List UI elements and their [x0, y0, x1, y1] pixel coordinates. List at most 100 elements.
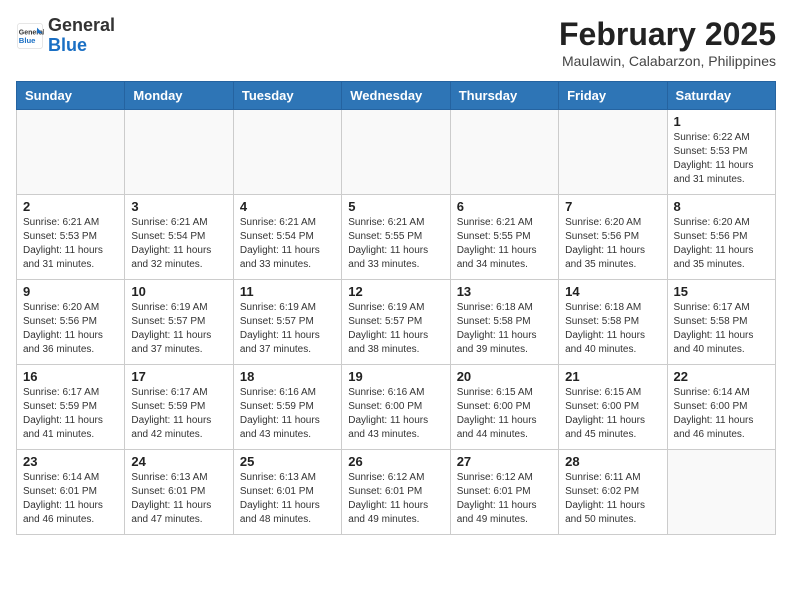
weekday-header-tuesday: Tuesday: [233, 82, 341, 110]
day-info: Sunrise: 6:20 AMSunset: 5:56 PMDaylight:…: [23, 301, 118, 357]
day-number: 15: [674, 284, 769, 299]
calendar-cell: 16 Sunrise: 6:17 AMSunset: 5:59 PMDayligh…: [17, 365, 125, 450]
week-row-2: 2 Sunrise: 6:21 AMSunset: 5:53 PMDaylight…: [17, 195, 776, 280]
day-number: 6: [457, 199, 552, 214]
calendar-cell: 8 Sunrise: 6:20 AMSunset: 5:56 PMDaylight…: [667, 195, 775, 280]
week-row-1: 1 Sunrise: 6:22 AMSunset: 5:53 PMDaylight…: [17, 110, 776, 195]
day-info: Sunrise: 6:13 AMSunset: 6:01 PMDaylight:…: [131, 471, 226, 527]
calendar-cell: 21 Sunrise: 6:15 AMSunset: 6:00 PMDayligh…: [559, 365, 667, 450]
day-info: Sunrise: 6:20 AMSunset: 5:56 PMDaylight:…: [674, 216, 769, 272]
day-number: 5: [348, 199, 443, 214]
weekday-header-sunday: Sunday: [17, 82, 125, 110]
day-number: 1: [674, 114, 769, 129]
calendar-cell: 12Sunrise: 6:19 AMSunset: 5:57 PMDayligh…: [342, 280, 450, 365]
calendar-cell: [233, 110, 341, 195]
day-number: 16: [23, 369, 118, 384]
svg-text:Blue: Blue: [19, 36, 36, 45]
day-number: 8: [674, 199, 769, 214]
calendar-cell: 1 Sunrise: 6:22 AMSunset: 5:53 PMDaylight…: [667, 110, 775, 195]
weekday-header-friday: Friday: [559, 82, 667, 110]
day-info: Sunrise: 6:22 AMSunset: 5:53 PMDaylight:…: [674, 131, 769, 187]
title-block: February 2025 Maulawin, Calabarzon, Phil…: [559, 16, 776, 69]
day-number: 17: [131, 369, 226, 384]
day-info: Sunrise: 6:15 AMSunset: 6:00 PMDaylight:…: [565, 386, 660, 442]
calendar-cell: 22 Sunrise: 6:14 AMSunset: 6:00 PMDayligh…: [667, 365, 775, 450]
calendar-cell: 13Sunrise: 6:18 AMSunset: 5:58 PMDayligh…: [450, 280, 558, 365]
calendar-cell: 7 Sunrise: 6:20 AMSunset: 5:56 PMDaylight…: [559, 195, 667, 280]
day-info: Sunrise: 6:20 AMSunset: 5:56 PMDaylight:…: [565, 216, 660, 272]
calendar-cell: [342, 110, 450, 195]
week-row-3: 9 Sunrise: 6:20 AMSunset: 5:56 PMDaylight…: [17, 280, 776, 365]
day-info: Sunrise: 6:21 AMSunset: 5:55 PMDaylight:…: [348, 216, 443, 272]
day-number: 11: [240, 284, 335, 299]
day-number: 27: [457, 454, 552, 469]
day-info: Sunrise: 6:14 AMSunset: 6:00 PMDaylight:…: [674, 386, 769, 442]
calendar-cell: 9 Sunrise: 6:20 AMSunset: 5:56 PMDaylight…: [17, 280, 125, 365]
weekday-header-thursday: Thursday: [450, 82, 558, 110]
calendar-cell: 2 Sunrise: 6:21 AMSunset: 5:53 PMDaylight…: [17, 195, 125, 280]
day-number: 23: [23, 454, 118, 469]
day-number: 19: [348, 369, 443, 384]
weekday-header-monday: Monday: [125, 82, 233, 110]
day-info: Sunrise: 6:12 AMSunset: 6:01 PMDaylight:…: [457, 471, 552, 527]
day-number: 3: [131, 199, 226, 214]
calendar-cell: 3 Sunrise: 6:21 AMSunset: 5:54 PMDaylight…: [125, 195, 233, 280]
day-info: Sunrise: 6:11 AMSunset: 6:02 PMDaylight:…: [565, 471, 660, 527]
day-info: Sunrise: 6:13 AMSunset: 6:01 PMDaylight:…: [240, 471, 335, 527]
day-info: Sunrise: 6:15 AMSunset: 6:00 PMDaylight:…: [457, 386, 552, 442]
calendar-cell: [450, 110, 558, 195]
day-number: 13: [457, 284, 552, 299]
calendar-cell: 23 Sunrise: 6:14 AMSunset: 6:01 PMDayligh…: [17, 450, 125, 535]
day-info: Sunrise: 6:21 AMSunset: 5:53 PMDaylight:…: [23, 216, 118, 272]
calendar-cell: 26 Sunrise: 6:12 AMSunset: 6:01 PMDayligh…: [342, 450, 450, 535]
weekday-header-row: SundayMondayTuesdayWednesdayThursdayFrid…: [17, 82, 776, 110]
day-number: 9: [23, 284, 118, 299]
calendar-cell: [125, 110, 233, 195]
day-info: Sunrise: 6:16 AMSunset: 5:59 PMDaylight:…: [240, 386, 335, 442]
week-row-5: 23 Sunrise: 6:14 AMSunset: 6:01 PMDayligh…: [17, 450, 776, 535]
day-info: Sunrise: 6:21 AMSunset: 5:54 PMDaylight:…: [131, 216, 226, 272]
page-header: General Blue General Blue February 2025 …: [16, 16, 776, 69]
day-number: 20: [457, 369, 552, 384]
day-info: Sunrise: 6:19 AMSunset: 5:57 PMDaylight:…: [240, 301, 335, 357]
day-info: Sunrise: 6:14 AMSunset: 6:01 PMDaylight:…: [23, 471, 118, 527]
calendar-cell: 11 Sunrise: 6:19 AMSunset: 5:57 PMDayligh…: [233, 280, 341, 365]
calendar-cell: 24 Sunrise: 6:13 AMSunset: 6:01 PMDayligh…: [125, 450, 233, 535]
month-year: February 2025: [559, 16, 776, 53]
day-number: 22: [674, 369, 769, 384]
day-number: 2: [23, 199, 118, 214]
day-info: Sunrise: 6:12 AMSunset: 6:01 PMDaylight:…: [348, 471, 443, 527]
calendar-cell: 14 Sunrise: 6:18 AMSunset: 5:58 PMDayligh…: [559, 280, 667, 365]
day-number: 25: [240, 454, 335, 469]
day-number: 12: [348, 284, 443, 299]
week-row-4: 16 Sunrise: 6:17 AMSunset: 5:59 PMDayligh…: [17, 365, 776, 450]
calendar-cell: 20 Sunrise: 6:15 AMSunset: 6:00 PMDayligh…: [450, 365, 558, 450]
calendar-cell: [17, 110, 125, 195]
location: Maulawin, Calabarzon, Philippines: [559, 53, 776, 69]
calendar-cell: 18Sunrise: 6:16 AMSunset: 5:59 PMDayligh…: [233, 365, 341, 450]
day-number: 26: [348, 454, 443, 469]
day-number: 4: [240, 199, 335, 214]
day-info: Sunrise: 6:17 AMSunset: 5:58 PMDaylight:…: [674, 301, 769, 357]
day-number: 7: [565, 199, 660, 214]
day-number: 24: [131, 454, 226, 469]
calendar-cell: 15 Sunrise: 6:17 AMSunset: 5:58 PMDayligh…: [667, 280, 775, 365]
calendar-cell: 4Sunrise: 6:21 AMSunset: 5:54 PMDaylight…: [233, 195, 341, 280]
calendar-cell: [559, 110, 667, 195]
day-number: 14: [565, 284, 660, 299]
day-number: 28: [565, 454, 660, 469]
day-info: Sunrise: 6:16 AMSunset: 6:00 PMDaylight:…: [348, 386, 443, 442]
day-number: 21: [565, 369, 660, 384]
day-info: Sunrise: 6:17 AMSunset: 5:59 PMDaylight:…: [131, 386, 226, 442]
day-info: Sunrise: 6:17 AMSunset: 5:59 PMDaylight:…: [23, 386, 118, 442]
weekday-header-saturday: Saturday: [667, 82, 775, 110]
day-info: Sunrise: 6:19 AMSunset: 5:57 PMDaylight:…: [131, 301, 226, 357]
calendar-cell: 10Sunrise: 6:19 AMSunset: 5:57 PMDayligh…: [125, 280, 233, 365]
calendar-table: SundayMondayTuesdayWednesdayThursdayFrid…: [16, 81, 776, 535]
day-info: Sunrise: 6:18 AMSunset: 5:58 PMDaylight:…: [565, 301, 660, 357]
calendar-cell: [667, 450, 775, 535]
day-info: Sunrise: 6:21 AMSunset: 5:55 PMDaylight:…: [457, 216, 552, 272]
logo: General Blue General Blue: [16, 16, 115, 56]
calendar-cell: 17 Sunrise: 6:17 AMSunset: 5:59 PMDayligh…: [125, 365, 233, 450]
logo-icon: General Blue: [16, 22, 44, 50]
